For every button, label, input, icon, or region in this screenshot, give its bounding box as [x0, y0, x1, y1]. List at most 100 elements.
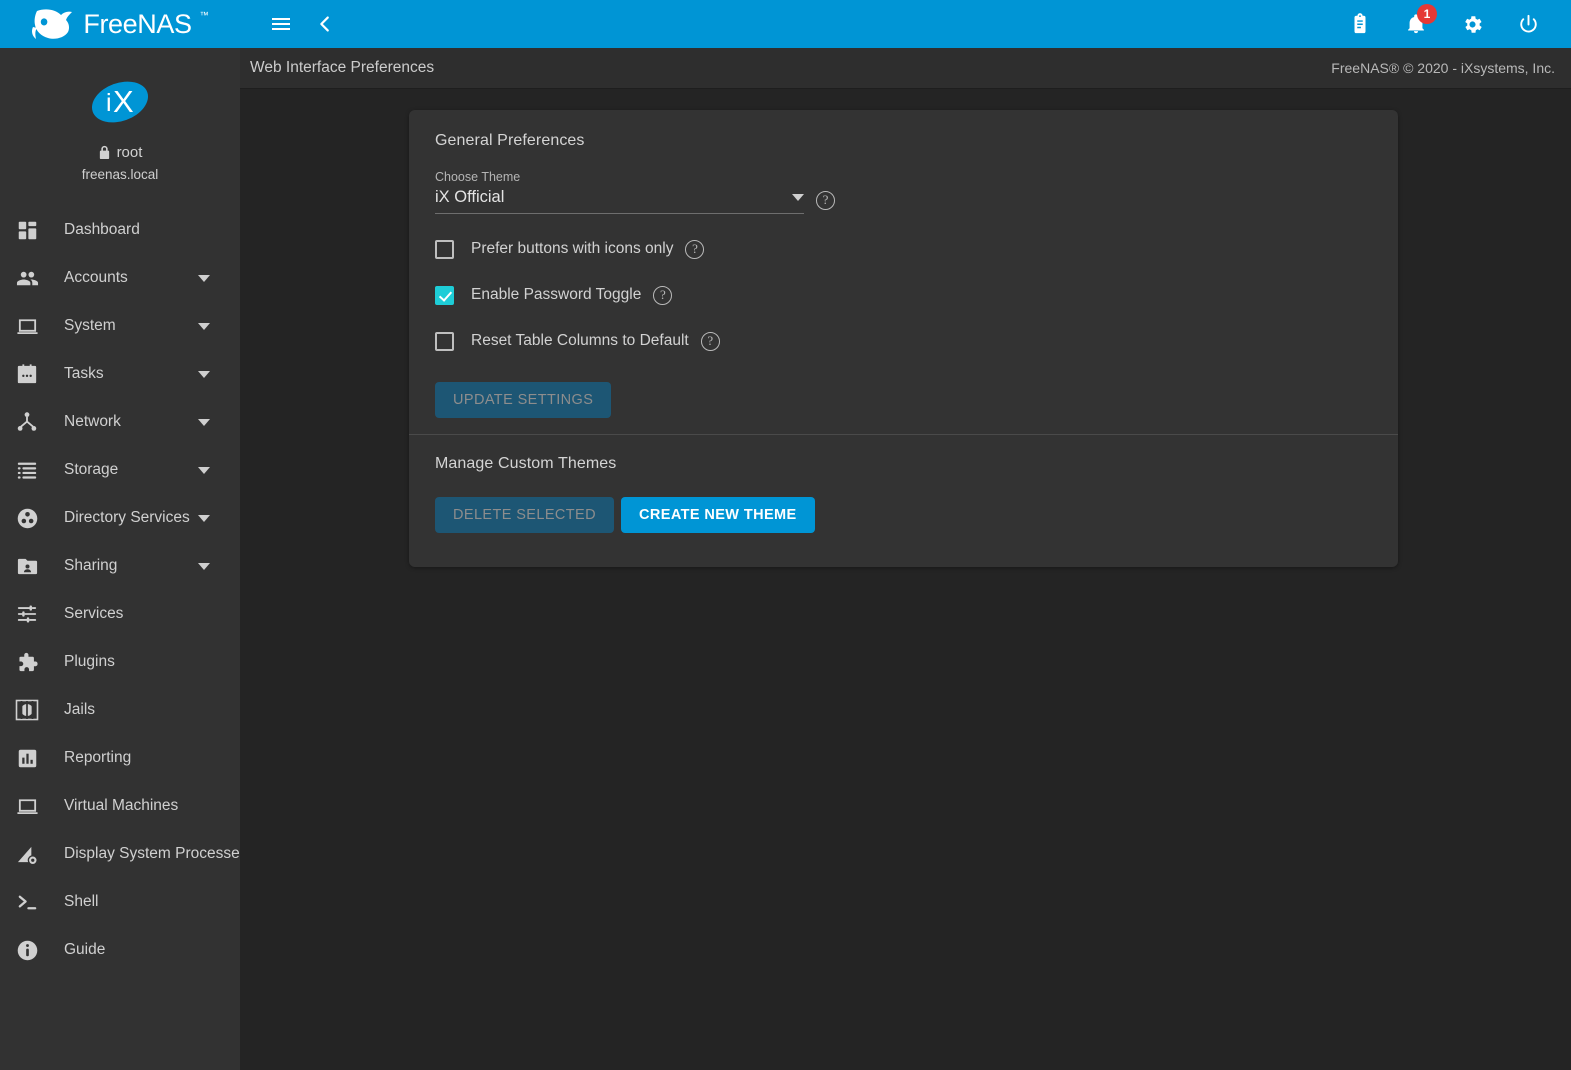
system-icon: [10, 309, 44, 343]
chevron-down-icon[interactable]: [198, 515, 210, 522]
shell-prompt-icon: [10, 885, 44, 919]
dashboard-icon: [10, 213, 44, 247]
reset-table-columns-label: Reset Table Columns to Default: [471, 332, 689, 350]
prefer-icons-only-checkbox[interactable]: [435, 240, 454, 259]
sharing-folder-icon: [10, 549, 44, 583]
reset-table-columns-checkbox[interactable]: [435, 332, 454, 351]
sidebar-item-label: System: [64, 317, 116, 335]
top-bar: FreeNAS ™ 1: [0, 0, 1571, 48]
choose-theme-field: Choose Theme iX Official ?: [435, 170, 835, 214]
chevron-down-icon[interactable]: [198, 467, 210, 474]
theme-select[interactable]: iX Official: [435, 188, 804, 214]
general-preferences-section: General Preferences Choose Theme iX Offi…: [409, 110, 1398, 434]
sidebar-item-services[interactable]: Services: [0, 590, 240, 638]
sidebar-item-system[interactable]: System: [0, 302, 240, 350]
sidebar-item-label: Sharing: [64, 557, 117, 575]
sidebar-item-virtual-machines[interactable]: Virtual Machines: [0, 782, 240, 830]
directory-services-icon: [10, 501, 44, 535]
prefer-icons-only-label: Prefer buttons with icons only: [471, 240, 673, 258]
custom-theme-actions: DELETE SELECTED CREATE NEW THEME: [435, 497, 1372, 533]
sidebar-nav: Dashboard Accounts System Tasks: [0, 196, 240, 974]
content-area: General Preferences Choose Theme iX Offi…: [240, 89, 1571, 1070]
sidebar-item-plugins[interactable]: Plugins: [0, 638, 240, 686]
sidebar-item-label: Tasks: [64, 365, 104, 383]
theme-select-value: iX Official: [435, 188, 504, 207]
sidebar-item-label: Services: [64, 605, 123, 623]
svg-text:X: X: [113, 84, 134, 119]
delete-selected-button[interactable]: DELETE SELECTED: [435, 497, 614, 533]
sidebar-item-label: Virtual Machines: [64, 797, 178, 815]
freenas-logo[interactable]: FreeNAS ™: [0, 0, 240, 48]
system-processes-icon: [10, 837, 44, 871]
page-title: Web Interface Preferences: [250, 59, 434, 77]
sidebar-item-guide[interactable]: Guide: [0, 926, 240, 974]
hamburger-menu-icon[interactable]: [264, 7, 298, 41]
sidebar-item-label: Guide: [64, 941, 105, 959]
sidebar-item-display-system-processes[interactable]: Display System Processes: [0, 830, 240, 878]
reset-table-columns-row: Reset Table Columns to Default ?: [435, 330, 1372, 352]
topbar-left-controls: [240, 7, 342, 41]
chevron-down-icon: [792, 194, 804, 201]
tasks-calendar-icon: [10, 357, 44, 391]
gear-icon[interactable]: [1455, 7, 1489, 41]
prefer-icons-only-row: Prefer buttons with icons only ?: [435, 238, 1372, 260]
sidebar-item-reporting[interactable]: Reporting: [0, 734, 240, 782]
sidebar-item-storage[interactable]: Storage: [0, 446, 240, 494]
username-label: root: [117, 144, 143, 161]
chevron-left-icon[interactable]: [308, 7, 342, 41]
chevron-down-icon[interactable]: [198, 323, 210, 330]
user-row: root: [98, 144, 143, 161]
enable-password-toggle-checkbox[interactable]: [435, 286, 454, 305]
services-sliders-icon: [10, 597, 44, 631]
storage-icon: [10, 453, 44, 487]
manage-custom-themes-section: Manage Custom Themes DELETE SELECTED CRE…: [409, 435, 1398, 559]
reporting-chart-icon: [10, 741, 44, 775]
chevron-down-icon[interactable]: [198, 563, 210, 570]
help-circle-icon[interactable]: ?: [701, 332, 720, 351]
chevron-down-icon[interactable]: [198, 419, 210, 426]
update-settings-button[interactable]: UPDATE SETTINGS: [435, 382, 611, 418]
help-circle-icon[interactable]: ?: [653, 286, 672, 305]
general-actions: UPDATE SETTINGS: [435, 382, 1372, 418]
manage-custom-themes-title: Manage Custom Themes: [435, 455, 1372, 473]
accounts-icon: [10, 261, 44, 295]
power-icon[interactable]: [1511, 7, 1545, 41]
sidebar-item-label: Accounts: [64, 269, 128, 287]
sidebar-item-shell[interactable]: Shell: [0, 878, 240, 926]
sidebar-item-directory-services[interactable]: Directory Services: [0, 494, 240, 542]
sidebar-item-jails[interactable]: Jails: [0, 686, 240, 734]
sidebar: i X root freenas.local Dashboard Account…: [0, 48, 240, 1070]
svg-text:i: i: [106, 89, 112, 117]
sidebar-item-label: Shell: [64, 893, 98, 911]
enable-password-toggle-row: Enable Password Toggle ?: [435, 284, 1372, 306]
choose-theme-row: iX Official ?: [435, 188, 835, 214]
freenas-fish-icon: [31, 7, 75, 41]
hostname-label: freenas.local: [82, 167, 159, 182]
chevron-down-icon[interactable]: [198, 371, 210, 378]
help-circle-icon[interactable]: ?: [685, 240, 704, 259]
sidebar-item-label: Display System Processes: [64, 845, 240, 863]
sidebar-item-dashboard[interactable]: Dashboard: [0, 206, 240, 254]
help-circle-icon[interactable]: ?: [816, 191, 835, 210]
preferences-card: General Preferences Choose Theme iX Offi…: [409, 110, 1398, 567]
general-preferences-title: General Preferences: [435, 132, 1372, 150]
brand-text: FreeNAS: [83, 9, 191, 40]
sidebar-item-network[interactable]: Network: [0, 398, 240, 446]
network-icon: [10, 405, 44, 439]
create-new-theme-button[interactable]: CREATE NEW THEME: [621, 497, 815, 533]
sidebar-item-label: Network: [64, 413, 121, 431]
sidebar-item-label: Reporting: [64, 749, 131, 767]
sidebar-item-tasks[interactable]: Tasks: [0, 350, 240, 398]
sidebar-item-label: Dashboard: [64, 221, 140, 239]
sidebar-item-sharing[interactable]: Sharing: [0, 542, 240, 590]
choose-theme-label: Choose Theme: [435, 170, 835, 184]
jails-icon: [10, 693, 44, 727]
clipboard-icon[interactable]: [1343, 7, 1377, 41]
bell-icon[interactable]: 1: [1399, 7, 1433, 41]
plugins-puzzle-icon: [10, 645, 44, 679]
chevron-down-icon[interactable]: [198, 275, 210, 282]
page-header: Web Interface Preferences FreeNAS® © 202…: [240, 48, 1571, 89]
ix-logo: i X: [89, 74, 151, 130]
sidebar-item-accounts[interactable]: Accounts: [0, 254, 240, 302]
enable-password-toggle-label: Enable Password Toggle: [471, 286, 641, 304]
